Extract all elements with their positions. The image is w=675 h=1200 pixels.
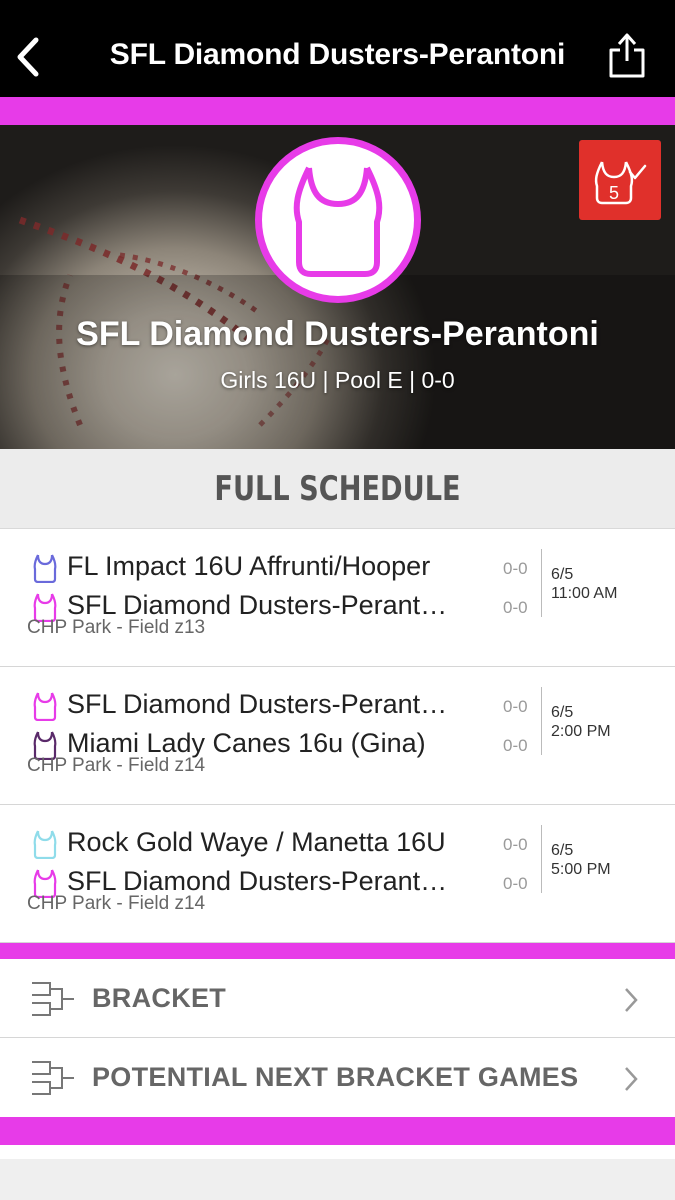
share-icon — [609, 33, 645, 78]
bracket-row[interactable]: BRACKET — [0, 959, 675, 1038]
venue: CHP Park - Field z13 — [27, 617, 206, 638]
team-hero: 5 SFL Diamond Dusters-Perantoni Girls 16… — [0, 125, 675, 449]
divider — [541, 687, 542, 755]
jersey-icon — [33, 692, 57, 721]
bracket-icon — [32, 982, 74, 1016]
game-date: 6/5 — [551, 842, 574, 859]
potential-games-label: POTENTIAL NEXT BRACKET GAMES — [92, 1062, 579, 1092]
home-team: Rock Gold Waye / Manetta 16U — [30, 827, 500, 861]
team-subtitle: Girls 16U | Pool E | 0-0 — [220, 367, 455, 393]
team-score: 0-0 — [503, 736, 528, 755]
team-score: 0-0 — [503, 697, 528, 716]
home-team: FL Impact 16U Affrunti/Hooper — [30, 551, 500, 585]
team-score: 0-0 — [503, 598, 528, 617]
team-score: 0-0 — [503, 835, 528, 854]
game-time: 11:00 AM — [551, 585, 618, 602]
accent-bar-bottom — [0, 1117, 675, 1145]
share-button[interactable] — [607, 30, 647, 80]
team-name: SFL Diamond Dusters-Perantoni — [76, 315, 599, 353]
back-button[interactable] — [12, 34, 48, 80]
team-name: FL Impact 16U Affrunti/Hooper — [67, 551, 431, 581]
team-name: Rock Gold Waye / Manetta 16U — [67, 827, 446, 857]
potential-games-row[interactable]: POTENTIAL NEXT BRACKET GAMES — [0, 1038, 675, 1117]
chevron-right-icon — [625, 988, 638, 1012]
full-schedule-header: FULL SCHEDULE — [0, 449, 675, 529]
team-logo — [255, 137, 421, 303]
nav-title: SFL Diamond Dusters-Perantoni — [109, 38, 566, 71]
game-time: 5:00 PM — [551, 861, 611, 878]
favorite-number: 5 — [609, 183, 619, 203]
game-row[interactable]: Rock Gold Waye / Manetta 16U 0-0 SFL Diamo… — [0, 805, 675, 943]
game-date: 6/5 — [551, 566, 574, 583]
nav-bar: SFL Diamond Dusters-Perantoni — [0, 0, 675, 97]
accent-bar-mid — [0, 943, 675, 959]
divider — [541, 825, 542, 893]
game-row[interactable]: FL Impact 16U Affrunti/Hooper 0-0 SFL Diam… — [0, 529, 675, 667]
bracket-icon — [32, 1061, 74, 1095]
game-datetime: 6/5 11:00 AM — [551, 565, 617, 603]
game-time: 2:00 PM — [551, 723, 611, 740]
chevron-right-icon — [625, 1067, 638, 1091]
home-team: SFL Diamond Dusters-Perantoni — [30, 689, 500, 723]
accent-bar-top — [0, 97, 675, 125]
bracket-label: BRACKET — [92, 983, 227, 1013]
divider — [541, 549, 542, 617]
bottom-area — [0, 1159, 675, 1200]
section-title: FULL SCHEDULE — [214, 469, 461, 509]
jersey-icon — [33, 554, 57, 583]
venue: CHP Park - Field z14 — [27, 893, 206, 914]
game-datetime: 6/5 5:00 PM — [551, 841, 611, 879]
game-datetime: 6/5 2:00 PM — [551, 703, 611, 741]
chevron-left-icon — [17, 37, 39, 77]
favorite-button[interactable]: 5 — [579, 140, 661, 220]
jersey-check-icon: 5 — [594, 161, 647, 205]
team-score: 0-0 — [503, 874, 528, 893]
venue: CHP Park - Field z14 — [27, 755, 206, 776]
team-name: SFL Diamond Dusters-Perantoni — [67, 689, 452, 719]
jersey-icon — [33, 830, 57, 859]
team-score: 0-0 — [503, 559, 528, 578]
jersey-icon — [293, 166, 383, 277]
game-row[interactable]: SFL Diamond Dusters-Perantoni 0-0 Miami La… — [0, 667, 675, 805]
game-date: 6/5 — [551, 704, 574, 721]
bottom-strip — [0, 1145, 675, 1159]
